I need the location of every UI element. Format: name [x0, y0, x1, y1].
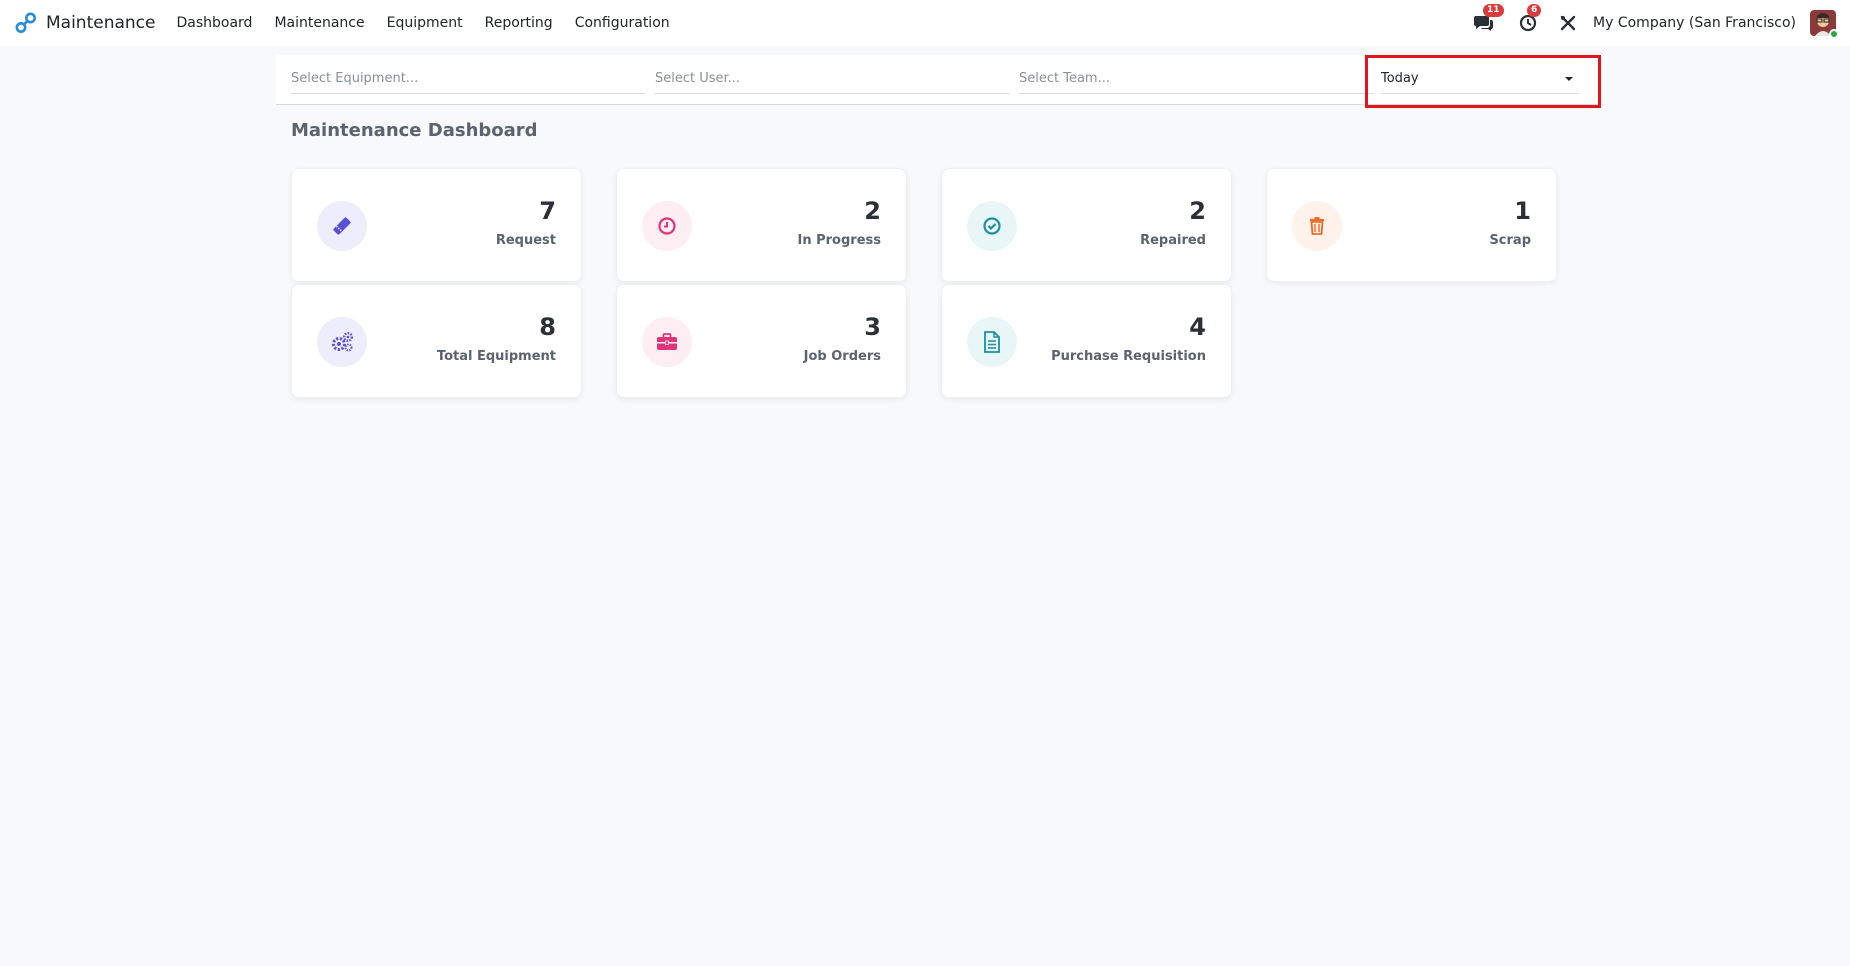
check-circle-icon	[967, 201, 1017, 251]
total-equipment-label: Total Equipment	[436, 349, 556, 364]
systray: 11 6 My Company (San Francisco)	[1473, 0, 1850, 46]
request-label: Request	[495, 233, 556, 248]
menu-item-maintenance[interactable]: Maintenance	[263, 15, 375, 31]
menu-item-equipment[interactable]: Equipment	[376, 15, 474, 31]
menu-item-dashboard[interactable]: Dashboard	[165, 15, 263, 31]
main-menu: Dashboard Maintenance Equipment Reportin…	[165, 15, 680, 31]
team-select-input[interactable]	[1019, 64, 1373, 94]
messages-button[interactable]: 11	[1473, 4, 1504, 34]
trash-icon	[1292, 201, 1342, 251]
app-logo-icon	[15, 12, 36, 33]
purchase-requisition-label: Purchase Requisition	[1051, 349, 1206, 364]
total-equipment-count: 8	[539, 313, 556, 341]
date-range-select[interactable]: Today	[1381, 64, 1579, 94]
tools-icon	[1560, 15, 1576, 31]
activities-button[interactable]: 6	[1517, 4, 1542, 34]
stat-card-job-orders[interactable]: 3 Job Orders	[616, 284, 907, 398]
activities-count-badge: 6	[1527, 4, 1542, 17]
equipment-select-input[interactable]	[291, 64, 645, 94]
user-avatar[interactable]	[1810, 10, 1839, 39]
stat-card-purchase-requisition[interactable]: 4 Purchase Requisition	[941, 284, 1232, 398]
repaired-label: Repaired	[1140, 233, 1206, 248]
stat-card-repaired[interactable]: 2 Repaired	[941, 168, 1232, 282]
stat-card-in-progress[interactable]: 2 In Progress	[616, 168, 907, 282]
app-name: Maintenance	[46, 13, 156, 33]
in-progress-label: In Progress	[797, 233, 882, 248]
app-brand[interactable]: Maintenance	[14, 11, 155, 35]
user-select-input[interactable]	[655, 64, 1009, 94]
ticket-icon	[317, 201, 367, 251]
repaired-count: 2	[1189, 197, 1206, 225]
stat-card-request[interactable]: 7 Request	[291, 168, 582, 282]
request-count: 7	[539, 197, 556, 225]
menu-item-reporting[interactable]: Reporting	[474, 15, 564, 31]
gears-icon	[317, 317, 367, 367]
top-navbar: Maintenance Dashboard Maintenance Equipm…	[0, 0, 1850, 46]
scrap-label: Scrap	[1489, 233, 1531, 248]
page-title: Maintenance Dashboard	[291, 120, 538, 141]
stat-card-scrap[interactable]: 1 Scrap	[1266, 168, 1557, 282]
in-progress-count: 2	[864, 197, 881, 225]
company-switcher[interactable]: My Company (San Francisco)	[1593, 15, 1796, 31]
messages-count-badge: 11	[1483, 4, 1504, 17]
menu-item-configuration[interactable]: Configuration	[564, 15, 681, 31]
date-range-value: Today	[1381, 71, 1419, 86]
clock-icon	[642, 201, 692, 251]
scrap-count: 1	[1514, 197, 1531, 225]
briefcase-icon	[642, 317, 692, 367]
debug-tools-button[interactable]	[1557, 12, 1579, 34]
job-orders-label: Job Orders	[803, 349, 881, 364]
filter-bar: Today	[276, 55, 1600, 105]
document-icon	[967, 317, 1017, 367]
purchase-requisition-count: 4	[1189, 313, 1206, 341]
job-orders-count: 3	[864, 313, 881, 341]
online-status-indicator	[1829, 29, 1839, 39]
caret-down-icon	[1565, 77, 1573, 81]
stat-card-total-equipment[interactable]: 8 Total Equipment	[291, 284, 582, 398]
